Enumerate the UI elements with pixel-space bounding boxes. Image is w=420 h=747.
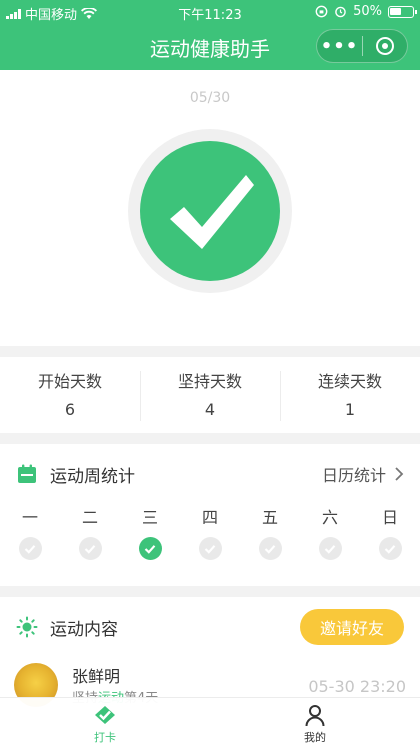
feed-user-name: 张鲜明 [72, 667, 121, 686]
tab-checkin[interactable]: 打卡 [0, 698, 210, 747]
weekday-tue: 二 [60, 504, 120, 560]
day-status-dot [198, 537, 222, 560]
battery-icon [388, 5, 417, 18]
check-icon [204, 544, 216, 554]
weekday-fri: 五 [240, 504, 300, 560]
feed-time: 05-30 23:20 [308, 677, 406, 696]
weekday-label: 三 [141, 508, 158, 527]
stat-label: 开始天数 [37, 372, 102, 391]
stat-label: 连续天数 [317, 372, 382, 391]
battery-percent: 50% [353, 4, 382, 19]
day-status-dot-done [138, 537, 162, 560]
chevron-right-icon [395, 467, 404, 481]
weekday-label: 四 [201, 508, 218, 527]
day-status-dot [78, 537, 102, 560]
weekday-label: 日 [381, 508, 398, 527]
weekday-label: 五 [261, 508, 278, 527]
check-icon [264, 544, 276, 554]
weekday-label: 二 [81, 508, 98, 527]
check-icon [24, 544, 36, 554]
weekly-stats-header: 运动周统计 日历统计 [0, 444, 420, 504]
alarm-icon [335, 6, 346, 18]
calendar-icon [18, 464, 36, 483]
stat-value: 1 [344, 400, 356, 419]
checkin-panel: 05/30 [0, 70, 420, 346]
exercise-content-header: 运动内容 邀请好友 [0, 597, 420, 657]
weekday-sun: 日 [360, 504, 420, 560]
status-bar: 中国移动 下午11:23 50% [0, 0, 420, 24]
tab-label: 我的 [304, 731, 326, 744]
weekday-wed: 三 [120, 504, 180, 560]
stat-value: 6 [64, 400, 76, 419]
checkin-circle [140, 141, 280, 281]
mini-program-capsule: ••• [316, 29, 408, 63]
weekday-mon: 一 [0, 504, 60, 560]
stat-start-days: 开始天数 6 [0, 357, 140, 433]
nav-bar: 运动健康助手 ••• [0, 24, 420, 70]
weekly-stats-section: 运动周统计 日历统计 一 二 三 四 五 六 日 [0, 444, 420, 586]
invite-friends-button[interactable]: 邀请好友 [300, 609, 404, 645]
more-button[interactable]: ••• [317, 36, 362, 57]
day-status-dot [258, 537, 282, 560]
check-icon [324, 544, 336, 554]
day-status-dot [318, 537, 342, 560]
checkin-date: 05/30 [189, 90, 231, 106]
tab-mine[interactable]: 我的 [210, 698, 420, 747]
check-icon [384, 544, 396, 554]
stat-persist-days: 坚持天数 4 [140, 357, 280, 433]
close-button[interactable] [363, 37, 407, 55]
weekday-sat: 六 [300, 504, 360, 560]
weekday-label: 一 [21, 508, 38, 527]
day-status-dot [378, 537, 402, 560]
weekday-label: 六 [321, 508, 338, 527]
calendar-stats-label: 日历统计 [321, 466, 386, 485]
tab-label: 打卡 [94, 731, 116, 744]
check-icon [84, 544, 96, 554]
big-checkmark-icon [170, 175, 254, 249]
stat-streak-days: 连续天数 1 [280, 357, 420, 433]
calendar-stats-link[interactable]: 日历统计 [322, 462, 404, 486]
exercise-content-title: 运动内容 [50, 619, 118, 640]
sun-icon [16, 616, 38, 638]
check-icon [144, 544, 156, 554]
stats-row: 开始天数 6 坚持天数 4 连续天数 1 [0, 357, 420, 433]
checkin-icon [95, 706, 115, 724]
stat-label: 坚持天数 [177, 372, 242, 391]
weekday-row: 一 二 三 四 五 六 日 [0, 504, 420, 560]
user-icon [305, 705, 325, 727]
tab-bar: 打卡 我的 [0, 697, 420, 747]
checkin-button[interactable] [128, 129, 292, 293]
weekday-thu: 四 [180, 504, 240, 560]
close-ring-icon [375, 37, 394, 55]
weekly-stats-title: 运动周统计 [50, 466, 135, 487]
rotation-lock-icon [315, 5, 328, 18]
day-status-dot [18, 537, 42, 560]
stat-value: 4 [204, 400, 216, 419]
